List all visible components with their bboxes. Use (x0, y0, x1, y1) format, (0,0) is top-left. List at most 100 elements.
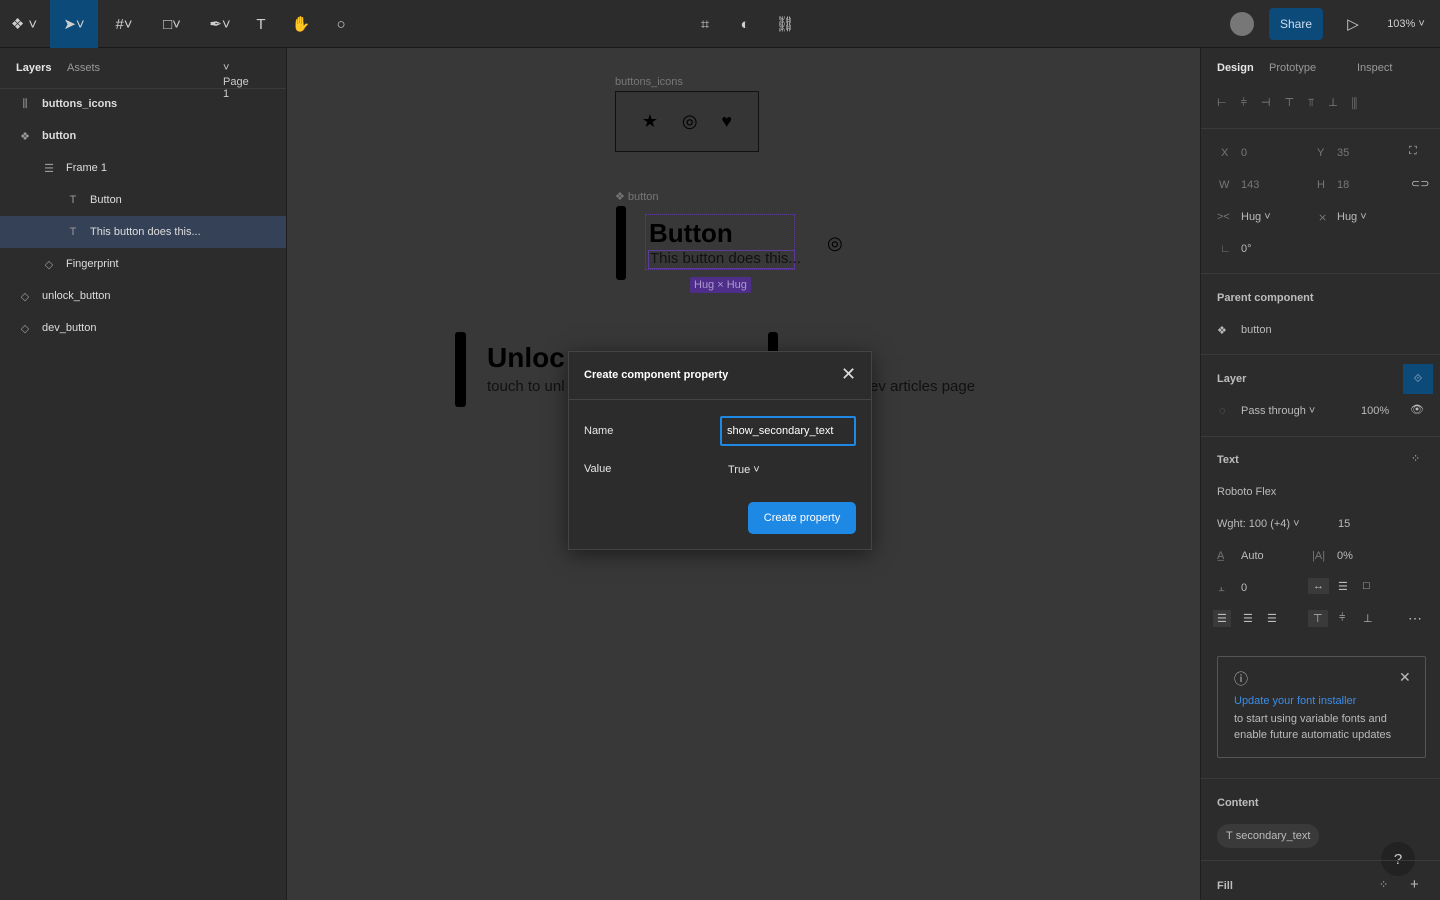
text-tool[interactable]: T (246, 0, 276, 48)
frame-label[interactable]: buttons_icons (615, 76, 683, 88)
align-right-icon[interactable]: ☰ (1267, 612, 1277, 625)
text-title: Text (1217, 454, 1239, 466)
content-title: Content (1217, 797, 1259, 809)
update-font-installer-link[interactable]: Update your font installer (1234, 695, 1356, 707)
layer-item[interactable]: T Button (0, 184, 286, 216)
fill-styles-icon[interactable]: ⁘ (1379, 878, 1388, 891)
link-tool[interactable]: ⛓ (770, 0, 800, 48)
instance-icon: ◇ (20, 290, 30, 303)
hand-tool[interactable]: ✋ (286, 0, 316, 48)
add-fill-icon[interactable]: + (1410, 876, 1419, 893)
x-input[interactable]: 0 (1241, 147, 1247, 159)
height-hug-dropdown[interactable]: Hug ˅ (1337, 211, 1367, 223)
pen-tool[interactable]: ✒˅ (198, 0, 242, 48)
font-weight-dropdown[interactable]: Wght: 100 (+4) ˅ (1217, 518, 1300, 530)
blend-mode-dropdown[interactable]: Pass through ˅ (1241, 405, 1315, 417)
y-input[interactable]: 35 (1337, 147, 1349, 159)
zoom-dropdown[interactable]: 103% ˅ (1380, 0, 1432, 48)
main-menu-button[interactable]: ❖ ˅ (0, 0, 48, 48)
font-family-dropdown[interactable]: Roboto Flex (1217, 486, 1276, 498)
shape-tool[interactable]: □˅ (150, 0, 194, 48)
eye-icon[interactable]: 👁 (1410, 403, 1424, 416)
avatar[interactable] (1230, 12, 1254, 36)
alignment-icons[interactable]: ⊢⫩⊣⊤⫪⊥⫼ (1217, 96, 1371, 110)
button-subtitle[interactable]: This button does this... (650, 250, 801, 267)
frame-tool[interactable]: #˅ (104, 0, 144, 48)
create-property-button[interactable]: Create property (748, 502, 856, 534)
fixed-size-icon[interactable]: □ (1363, 580, 1370, 592)
layer-label: Fingerprint (66, 258, 119, 270)
rotation-icon: ∟ (1220, 243, 1231, 255)
tab-prototype[interactable]: Prototype (1269, 62, 1316, 74)
align-middle-icon[interactable]: ⫩ (1339, 612, 1345, 625)
tab-layers[interactable]: Layers (16, 62, 51, 74)
layer-item[interactable]: ◇ dev_button (0, 312, 286, 344)
font-size-input[interactable]: 15 (1338, 518, 1350, 530)
help-button[interactable]: ? (1381, 842, 1415, 876)
name-label: Name (584, 425, 614, 437)
tab-inspect[interactable]: Inspect (1357, 62, 1392, 74)
h-input[interactable]: 18 (1337, 179, 1349, 191)
w-label: W (1219, 179, 1230, 191)
tab-design[interactable]: Design (1217, 62, 1254, 74)
zoom-value: 103% (1387, 18, 1416, 30)
layer-item[interactable]: ⫼ buttons_icons (0, 88, 286, 120)
w-input[interactable]: 143 (1241, 179, 1259, 191)
horizontal-resize-icon: >< (1217, 211, 1230, 223)
layer-item[interactable]: ◇ unlock_button (0, 280, 286, 312)
component-label[interactable]: ❖ button (615, 190, 659, 203)
page-selector[interactable]: Page 1 ˅ (223, 62, 249, 100)
share-button[interactable]: Share (1269, 8, 1323, 40)
more-options-icon[interactable]: ⋯ (1408, 610, 1422, 627)
auto-layout-icon: ☰ (44, 162, 54, 175)
layer-item[interactable]: T This button does this... (0, 216, 286, 248)
auto-width-icon[interactable]: ↔ (1308, 578, 1329, 594)
align-left-icon[interactable]: ☰ (1213, 610, 1231, 627)
layer-item[interactable]: ❖ button (0, 120, 286, 152)
instance-icon: ◇ (44, 258, 54, 271)
align-bottom-icon[interactable]: ⊥ (1363, 612, 1373, 625)
content-property-chip[interactable]: T secondary_text (1217, 824, 1320, 848)
close-icon[interactable]: ✕ (1399, 669, 1411, 686)
unlock-subtitle[interactable]: touch to unl (487, 378, 565, 395)
paragraph-spacing-input[interactable]: 0 (1241, 582, 1247, 594)
create-property-icon-button[interactable]: ⟐ (1403, 364, 1433, 394)
parent-component-title: Parent component (1217, 292, 1314, 304)
width-hug-dropdown[interactable]: Hug ˅ (1241, 211, 1271, 223)
text-styles-icon[interactable]: ⁘ (1411, 452, 1420, 465)
button-title[interactable]: Button (649, 218, 733, 249)
move-tool[interactable]: ➤˅ (50, 0, 98, 48)
name-input[interactable] (720, 416, 856, 446)
fingerprint-icon: ◎ (681, 111, 698, 131)
auto-height-icon[interactable]: ☰ (1338, 580, 1348, 593)
figma-logo-icon: ❖ ˅ (10, 16, 38, 33)
x-label: X (1221, 147, 1229, 159)
align-center-icon[interactable]: ☰ (1243, 612, 1253, 625)
value-dropdown[interactable]: True ˅ (728, 464, 760, 476)
frame-icon: #˅ (115, 15, 133, 33)
divider (1201, 354, 1440, 355)
contrast-icon: ◐ (740, 15, 750, 33)
letter-spacing-icon: |A| (1312, 550, 1326, 562)
absolute-position-icon[interactable]: ⛶ (1409, 145, 1417, 158)
present-button[interactable]: ▷ (1340, 0, 1366, 48)
parent-component-link[interactable]: button (1241, 324, 1272, 336)
tab-assets[interactable]: Assets (67, 62, 100, 74)
opacity-input[interactable]: 100% (1361, 405, 1389, 417)
close-icon[interactable]: ✕ (841, 364, 856, 385)
mask-tool[interactable]: ◐ (730, 0, 760, 48)
layer-item[interactable]: ☰ Frame 1 (0, 152, 286, 184)
unlock-title[interactable]: Unloc (487, 342, 565, 374)
layer-item[interactable]: ◇ Fingerprint (0, 248, 286, 280)
y-label: Y (1317, 147, 1325, 159)
dev-subtitle[interactable]: ev articles page (870, 378, 975, 395)
line-height-input[interactable]: Auto (1241, 550, 1264, 562)
comment-tool[interactable]: ○ (326, 0, 356, 48)
constrain-proportions-icon[interactable]: ⊂⊃ (1411, 177, 1429, 190)
component-tool[interactable]: ⌗ (690, 0, 720, 48)
value-selected: True (728, 464, 751, 476)
rotation-input[interactable]: 0° (1241, 243, 1252, 255)
align-top-icon[interactable]: ⊤ (1308, 610, 1328, 627)
letter-spacing-input[interactable]: 0% (1337, 550, 1353, 562)
buttons-icons-frame[interactable]: ★ ◎ ♥ (615, 91, 759, 152)
